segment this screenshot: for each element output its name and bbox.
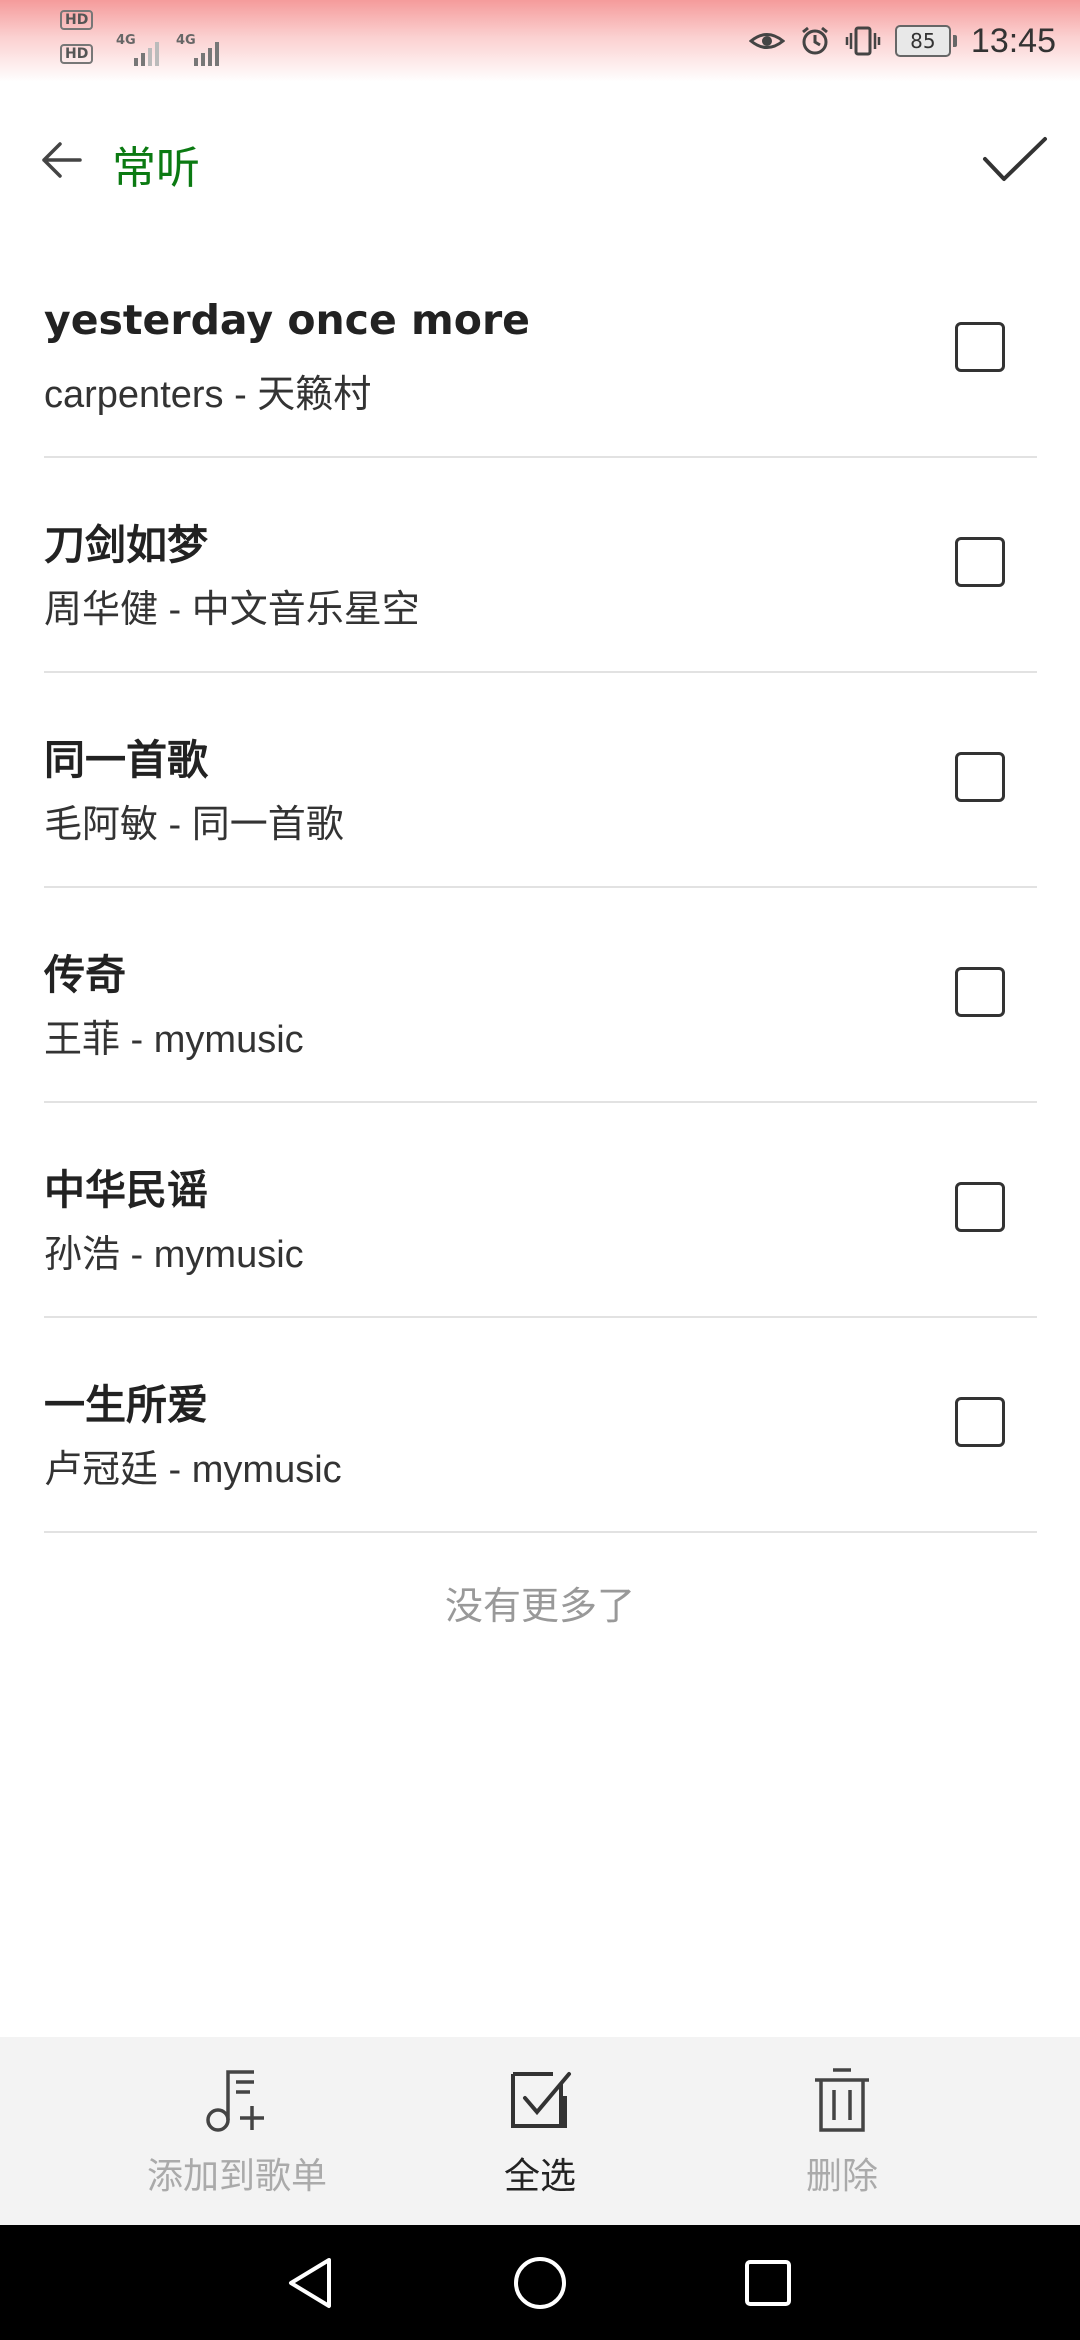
navigation-bar — [0, 2225, 1080, 2340]
song-title: 一生所爱 — [44, 1381, 208, 1429]
app-header: 常听 — [0, 110, 1080, 210]
song-subtitle: 孙浩 - mymusic — [44, 1234, 304, 1276]
list-end-text: 没有更多了 — [444, 1584, 635, 1628]
song-subtitle: 毛阿敏 - 同一首歌 — [44, 804, 344, 846]
song-subtitle: 王菲 - mymusic — [44, 1019, 304, 1061]
song-item[interactable]: 一生所爱 卢冠廷 - mymusic — [44, 1318, 1037, 1533]
hd1-badge: HD — [60, 10, 94, 30]
song-title: 刀剑如梦 — [44, 521, 208, 569]
bottom-toolbar: 添加到歌单 全选 删除 — [0, 2037, 1080, 2225]
select-all-button[interactable]: 全选 — [410, 2065, 670, 2199]
circle-home-icon — [514, 2257, 566, 2309]
battery-level: 85 — [894, 25, 951, 57]
song-item[interactable]: 传奇 王菲 - mymusic — [44, 888, 1037, 1103]
song-subtitle: 卢冠廷 - mymusic — [44, 1449, 342, 1491]
net1-label: 4G — [116, 33, 136, 48]
trash-icon — [815, 2068, 869, 2132]
square-recents-icon — [745, 2260, 791, 2306]
clock: 13:45 — [970, 21, 1056, 60]
status-bar: HD HD 4G 4G 85 13:45 — [0, 0, 1080, 82]
confirm-button[interactable] — [980, 128, 1050, 192]
song-item[interactable]: yesterday once more carpenters - 天籁村 — [44, 243, 1037, 458]
signal-2-icon: 4G — [176, 33, 219, 66]
add-to-playlist-label: 添加到歌单 — [146, 2156, 327, 2197]
add-music-icon — [206, 2070, 264, 2132]
nav-back-button[interactable] — [280, 2253, 340, 2313]
alarm-icon — [801, 26, 828, 55]
arrow-left-icon — [42, 142, 82, 178]
song-list: yesterday once more carpenters - 天籁村 刀剑如… — [44, 243, 1037, 1533]
delete-label: 删除 — [805, 2156, 878, 2197]
song-checkbox[interactable] — [955, 537, 1005, 587]
page-title: 常听 — [112, 143, 200, 194]
song-checkbox[interactable] — [955, 752, 1005, 802]
delete-button[interactable]: 删除 — [712, 2065, 972, 2199]
net2-label: 4G — [176, 33, 196, 48]
song-subtitle: carpenters - 天籁村 — [44, 374, 372, 416]
vibrate-icon — [845, 26, 881, 56]
nav-recents-button[interactable] — [738, 2253, 798, 2313]
signal-1-icon: 4G — [116, 33, 159, 66]
nav-home-button[interactable] — [510, 2253, 570, 2313]
select-all-icon — [511, 2072, 571, 2128]
song-checkbox[interactable] — [955, 322, 1005, 372]
song-item[interactable]: 刀剑如梦 周华健 - 中文音乐星空 — [44, 458, 1037, 673]
song-title: 中华民谣 — [44, 1166, 208, 1214]
song-checkbox[interactable] — [955, 1182, 1005, 1232]
song-item[interactable]: 同一首歌 毛阿敏 - 同一首歌 — [44, 673, 1037, 888]
back-button[interactable] — [38, 130, 86, 190]
battery-icon: 85 — [894, 25, 957, 57]
select-all-label: 全选 — [503, 2156, 576, 2197]
checkmark-icon — [983, 137, 1047, 181]
triangle-back-icon — [289, 2258, 331, 2308]
song-title: yesterday once more — [44, 296, 530, 344]
song-subtitle: 周华健 - 中文音乐星空 — [44, 589, 420, 631]
hd2-badge: HD — [60, 44, 94, 64]
song-item[interactable]: 中华民谣 孙浩 - mymusic — [44, 1103, 1037, 1318]
song-title: 同一首歌 — [44, 736, 208, 784]
eye-icon — [748, 33, 785, 49]
song-title: 传奇 — [44, 951, 126, 999]
song-checkbox[interactable] — [955, 1397, 1005, 1447]
status-right: 85 13:45 — [748, 14, 1056, 68]
add-to-playlist-button[interactable]: 添加到歌单 — [107, 2065, 367, 2199]
song-checkbox[interactable] — [955, 967, 1005, 1017]
